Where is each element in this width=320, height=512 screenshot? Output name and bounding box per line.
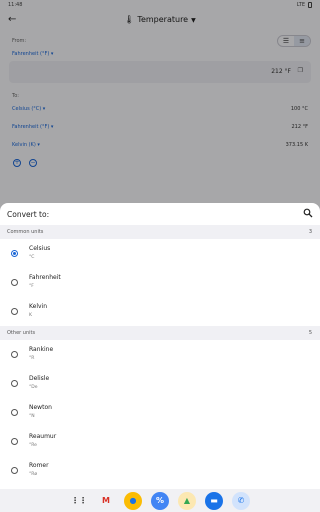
app-drawer-icon[interactable]: ⋮⋮ — [70, 492, 88, 510]
unit-name: Reaumur — [29, 433, 57, 440]
radio-selected[interactable] — [11, 250, 18, 257]
radio-unselected[interactable] — [11, 351, 18, 358]
unit-symbol: °N — [29, 414, 35, 419]
unit-name: Celsius — [29, 245, 51, 252]
gmail-icon[interactable]: M — [97, 492, 115, 510]
taskbar: ⋮⋮ M ●% ▲ ▬ ✆ — [0, 489, 320, 512]
unit-name: Newton — [29, 404, 52, 411]
unit-option-fahrenheit[interactable]: Fahrenheit °F — [0, 268, 320, 297]
unit-name: Fahrenheit — [29, 274, 61, 281]
unit-name: Delisle — [29, 375, 50, 382]
unit-option-kelvin[interactable]: Kelvin K — [0, 297, 320, 326]
search-icon[interactable] — [303, 208, 313, 218]
chrome-icon[interactable]: ● — [124, 491, 142, 510]
unit-symbol: °Rø — [29, 472, 38, 477]
unit-option-delisle[interactable]: Delisle °De — [0, 369, 320, 398]
sheet-header: Convert to: — [0, 203, 320, 225]
unit-symbol: °C — [29, 255, 35, 260]
common-units-header: Common units 3 — [0, 225, 320, 239]
radio-unselected[interactable] — [11, 380, 18, 387]
convert-to-sheet: Convert to: Common units 3 Celsius °C Fa… — [0, 203, 320, 489]
unit-symbol: °Re — [29, 443, 37, 448]
other-units-header: Other units 5 — [0, 326, 320, 340]
unit-symbol: °R — [29, 356, 35, 361]
unit-symbol: °F — [29, 284, 34, 289]
radio-unselected[interactable] — [11, 308, 18, 315]
unit-option-romer[interactable]: Romer °Rø — [0, 456, 320, 485]
unit-option-celsius[interactable]: Celsius °C — [0, 239, 320, 268]
section-label: Common units — [7, 229, 44, 235]
unit-name: Rankine — [29, 346, 54, 353]
radio-unselected[interactable] — [11, 409, 18, 416]
unit-option-newton[interactable]: Newton °N — [0, 398, 320, 427]
unit-symbol: °De — [29, 385, 38, 390]
unit-name: Romer — [29, 462, 49, 469]
drive-icon[interactable]: ▲ — [178, 491, 196, 510]
phone-icon[interactable]: ✆ — [232, 491, 250, 510]
unit-symbol: K — [29, 313, 32, 318]
section-count: 5 — [308, 330, 312, 336]
messages-icon[interactable]: ▬ — [205, 491, 223, 510]
unit-name: Kelvin — [29, 303, 48, 310]
sheet-title: Convert to: — [7, 210, 50, 219]
unit-option-reaumur[interactable]: Reaumur °Re — [0, 427, 320, 456]
radio-unselected[interactable] — [11, 279, 18, 286]
radio-unselected[interactable] — [11, 438, 18, 445]
section-label: Other units — [7, 330, 36, 336]
unit-option-rankine[interactable]: Rankine °R — [0, 340, 320, 369]
section-count: 3 — [308, 229, 312, 235]
radio-unselected[interactable] — [11, 467, 18, 474]
calculator-icon[interactable]: % — [151, 491, 169, 510]
